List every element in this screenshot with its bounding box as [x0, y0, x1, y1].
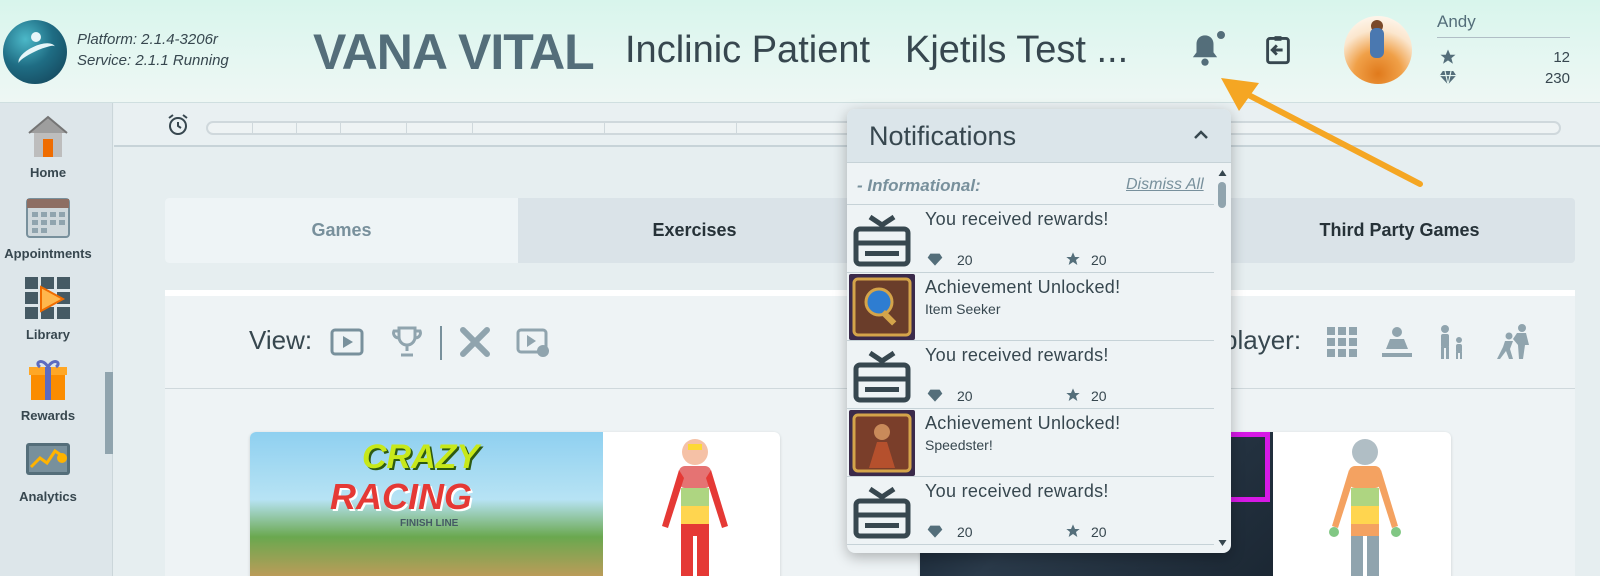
session-mode: Inclinic Patient [625, 29, 871, 71]
sidebar-item-appointments[interactable]: Appointments [0, 194, 96, 261]
gift-icon [853, 214, 911, 267]
tab-third-party-games[interactable]: Third Party Games [1224, 198, 1575, 263]
play-view-icon[interactable] [330, 325, 364, 359]
view-label: View: [249, 325, 313, 355]
exit-icon[interactable] [1264, 35, 1292, 65]
user-gems: 230 [1544, 70, 1570, 87]
star-icon [1066, 388, 1080, 401]
achievement-badge-icon [849, 410, 915, 476]
game-title-line1: CRAZY [362, 438, 480, 476]
star-icon [1066, 252, 1080, 265]
annotation-arrow [1221, 78, 1423, 187]
sidebar-item-analytics[interactable]: Analytics [0, 437, 96, 504]
notification-item[interactable]: You received rewards! 20 20 [847, 341, 1214, 409]
analytics-icon [23, 437, 73, 483]
service-status: Service: 2.1.1 Running [77, 52, 229, 69]
sidebar-active-indicator [105, 372, 113, 454]
gem-icon [1439, 70, 1457, 85]
sidebar-item-library[interactable]: Library [0, 275, 96, 342]
gift-icon [853, 486, 911, 539]
platform-version: Platform: 2.1.4-3206r [77, 31, 218, 48]
sidebar-item-home[interactable]: Home [0, 113, 96, 180]
sidebar-item-rewards[interactable]: Rewards [0, 356, 96, 423]
body-map-figure [662, 439, 728, 576]
star-icon [1440, 49, 1456, 64]
achievement-badge-icon [849, 274, 915, 340]
notification-dot [1215, 29, 1227, 41]
alarm-icon [168, 114, 188, 135]
user-divider [1437, 37, 1570, 38]
notification-item[interactable]: Achievement Unlocked! Speedster! [847, 409, 1214, 477]
body-map-figure-2 [1329, 439, 1401, 576]
notification-item[interactable]: You received rewards! 20 20 [847, 205, 1214, 273]
patient-name: Kjetils Test ... [905, 29, 1129, 71]
notification-item[interactable]: You received rewards! 20 20 [847, 477, 1214, 545]
gem-icon [927, 253, 943, 266]
game-title-line2: RACING [330, 476, 472, 517]
gem-icon [927, 525, 943, 538]
tab-games[interactable]: Games [165, 198, 518, 263]
notifications-title: Notifications [869, 121, 1017, 151]
gift-icon [853, 350, 911, 403]
tools-icon[interactable] [458, 325, 492, 359]
video-settings-icon[interactable] [516, 325, 550, 359]
library-icon [23, 275, 73, 321]
home-icon [23, 113, 73, 159]
user-name: Andy [1437, 12, 1476, 31]
grid-icon[interactable] [1323, 323, 1361, 361]
notifications-panel: Notifications - Informational: Dismiss A… [847, 109, 1231, 553]
gem-icon [927, 389, 943, 402]
user-stars: 12 [1553, 49, 1570, 66]
game-thumbnail: CRAZY RACING FINISH LINE [250, 432, 603, 576]
vana-logo[interactable] [3, 20, 67, 84]
tab-exercises[interactable]: Exercises [518, 198, 871, 263]
notifications-header: Notifications [847, 109, 1231, 163]
chevron-up-icon[interactable] [1192, 127, 1210, 141]
game-subtitle: FINISH LINE [400, 518, 459, 529]
notifications-scrollbar[interactable] [1216, 165, 1229, 551]
notification-section-label: - Informational: [857, 176, 981, 195]
star-icon [1066, 524, 1080, 537]
notification-item[interactable]: Achievement Unlocked! Item Seeker [847, 273, 1214, 341]
seated-person-icon[interactable] [1378, 323, 1416, 361]
gift-icon [23, 356, 73, 402]
dismiss-all-link[interactable]: Dismiss All [1126, 176, 1204, 194]
brand-title: VANA VITAL [313, 24, 595, 80]
assisted-exercise-icon[interactable] [1495, 323, 1533, 361]
game-card-crazy-racing[interactable]: CRAZY RACING FINISH LINE [250, 432, 780, 576]
calendar-icon [23, 194, 73, 240]
player-filter-label: player: [1223, 325, 1302, 355]
two-players-icon[interactable] [1433, 323, 1471, 361]
trophy-icon[interactable] [390, 325, 424, 359]
sidebar: Home Appointments Library Rewards Analyt… [0, 103, 113, 576]
view-divider [440, 326, 442, 360]
